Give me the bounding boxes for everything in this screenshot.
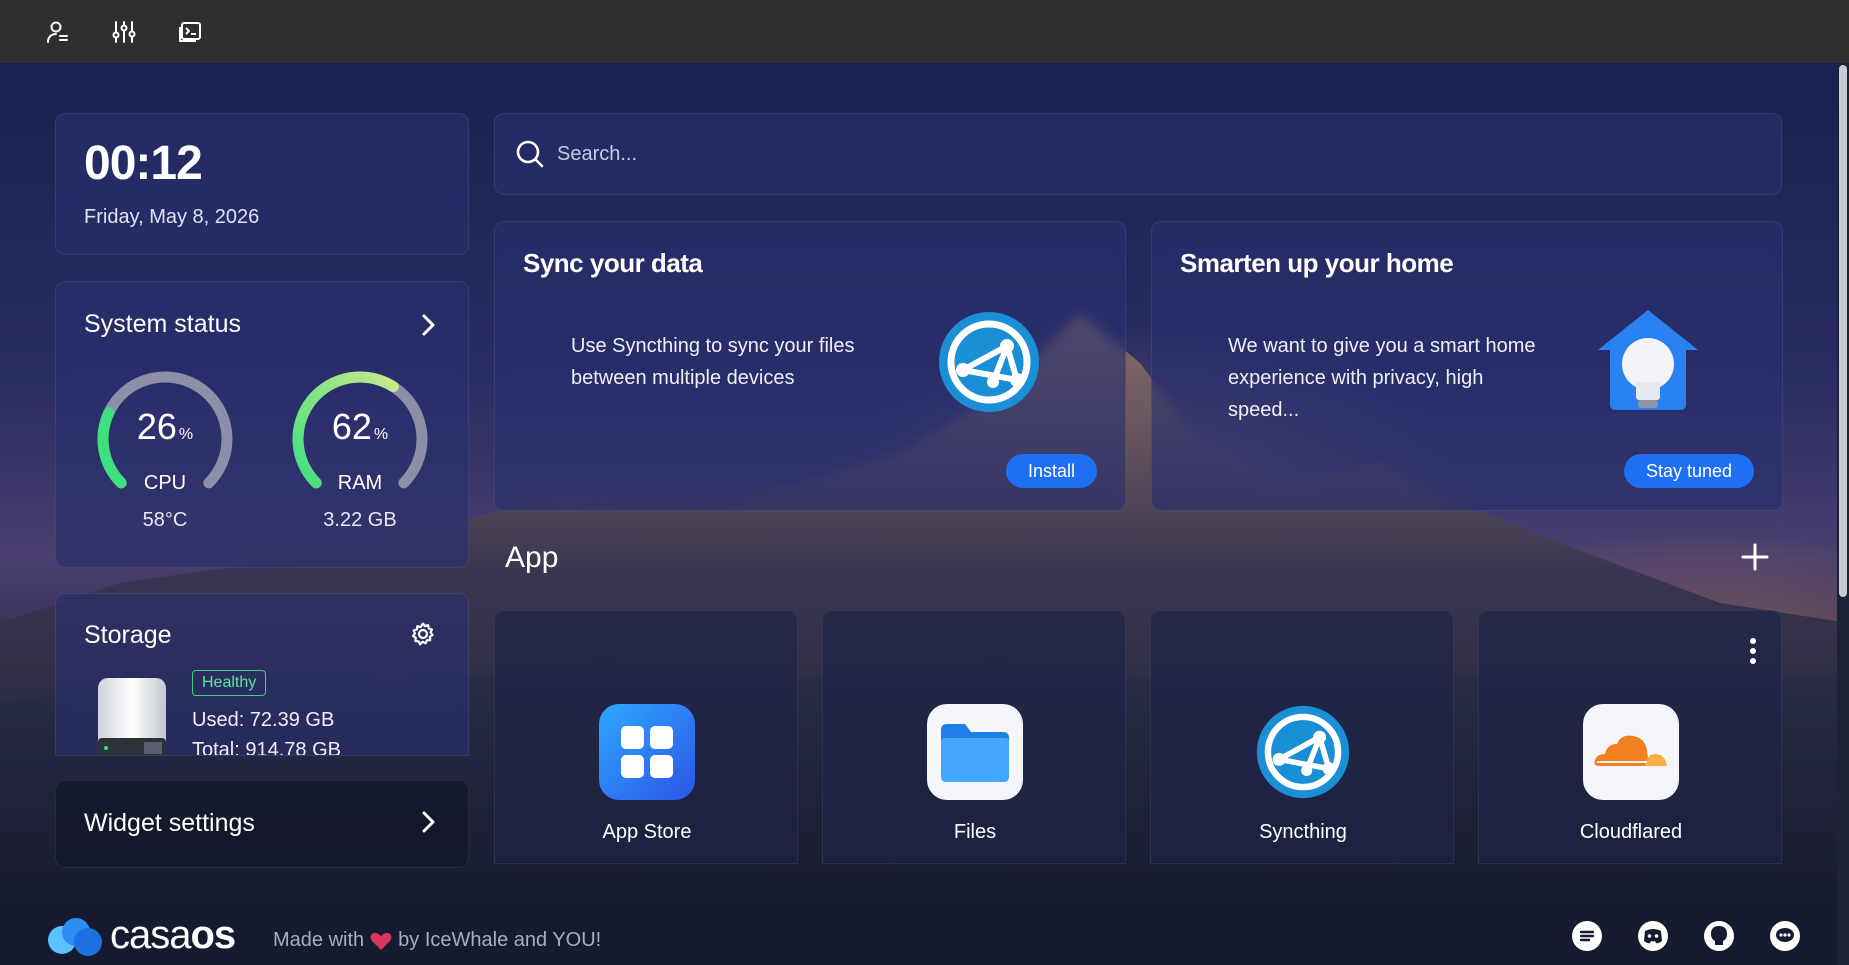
storage-used: Used: 72.39 GB (192, 709, 335, 731)
page-scrollbar[interactable] (1837, 63, 1849, 965)
cpu-percent: 26% (136, 406, 194, 447)
app-name: Syncthing (1259, 821, 1347, 843)
discord-icon[interactable] (1637, 920, 1669, 952)
scrollbar-thumb[interactable] (1839, 65, 1847, 597)
app-tile-syncthing[interactable]: Syncthing (1150, 610, 1454, 864)
search-bar[interactable] (494, 113, 1782, 195)
heart-icon (370, 932, 392, 950)
footer: casaos Made with by IceWhale and YOU! (0, 905, 1849, 965)
app-section-heading: App (505, 541, 559, 574)
app-name: App Store (602, 821, 692, 843)
chevron-right-icon[interactable] (418, 312, 438, 343)
hard-drive-icon (96, 676, 168, 755)
promo-title: Sync your data (523, 248, 703, 278)
cpu-temperature: 58°C (142, 509, 188, 531)
feedback-icon[interactable] (1571, 920, 1603, 952)
promo-card-sync: Sync your data Use Syncthing to sync you… (494, 221, 1126, 511)
user-settings-icon[interactable] (40, 14, 76, 50)
storage-total: Total: 914.78 GB (192, 739, 341, 756)
app-store-icon (599, 704, 695, 800)
clock-widget: 00:12 Friday, May 8, 2026 (55, 113, 469, 255)
system-status-title: System status (84, 310, 241, 338)
widget-settings-label: Widget settings (84, 809, 255, 837)
more-options-icon[interactable] (1749, 637, 1757, 670)
cpu-gauge: 26% CPU 58°C (90, 364, 240, 531)
ram-label: RAM (337, 472, 383, 494)
casaos-logo[interactable]: casaos (46, 913, 236, 958)
promo-text: Use Syncthing to sync your files between… (571, 335, 855, 389)
gear-icon[interactable] (410, 621, 436, 652)
syncthing-icon (937, 310, 1041, 419)
app-tile-files[interactable]: Files (822, 610, 1126, 864)
promo-title: Smarten up your home (1180, 248, 1454, 278)
clock-date: Friday, May 8, 2026 (84, 206, 260, 228)
terminal-icon[interactable] (172, 14, 208, 50)
ram-used: 3.22 GB (323, 509, 397, 531)
status-badge: Healthy (192, 670, 267, 696)
made-with-credit: Made with by IceWhale and YOU! (273, 929, 601, 952)
cloudflare-icon (1583, 704, 1679, 800)
casaos-logo-icon (48, 917, 102, 956)
promo-card-smart-home: Smarten up your home We want to give you… (1151, 221, 1783, 511)
app-tile-cloudflared[interactable]: Cloudflared (1478, 610, 1782, 864)
app-name: Cloudflared (1579, 821, 1683, 843)
sliders-icon[interactable] (106, 14, 142, 50)
clock-time: 00:12 (84, 137, 203, 190)
search-icon (516, 140, 544, 168)
promo-text: We want to give you a smart home experie… (1228, 335, 1536, 421)
widget-settings-button[interactable]: Widget settings (55, 780, 469, 868)
storage-widget: Storage Healthy Used: 72.39 GB Total: 91… (55, 593, 469, 756)
files-folder-icon (927, 704, 1023, 800)
chat-icon[interactable] (1769, 920, 1801, 952)
top-toolbar (0, 0, 1849, 63)
add-app-icon[interactable] (1740, 542, 1770, 577)
github-icon[interactable] (1703, 920, 1735, 952)
smart-home-bulb-icon (1594, 306, 1702, 421)
cpu-label: CPU (143, 472, 187, 494)
logo-text: casaos (110, 913, 236, 957)
ram-percent: 62% (331, 406, 389, 447)
ram-gauge: 62% RAM 3.22 GB (285, 364, 435, 531)
syncthing-icon (1255, 704, 1351, 800)
stay-tuned-button[interactable]: Stay tuned (1623, 454, 1754, 488)
storage-title: Storage (84, 621, 172, 649)
system-status-widget: System status 26% CPU 58°C 62% RAM 3.22 … (55, 281, 469, 568)
search-input[interactable] (557, 142, 1657, 166)
made-with-suffix: by IceWhale and YOU! (398, 929, 602, 951)
install-button[interactable]: Install (1005, 454, 1097, 488)
app-tile-app-store[interactable]: App Store (494, 610, 798, 864)
chevron-right-icon (418, 809, 438, 840)
app-name: Files (953, 821, 997, 843)
made-with-prefix: Made with (273, 929, 365, 951)
